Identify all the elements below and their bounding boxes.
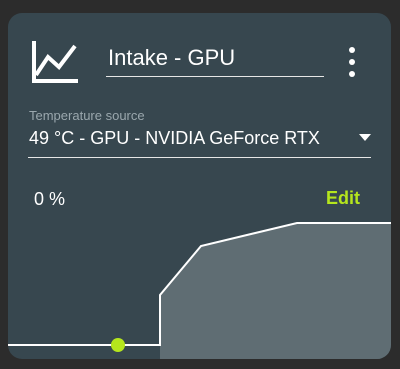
fan-name-field[interactable]: Intake - GPU (106, 43, 324, 77)
dropdown-arrow-icon (359, 134, 371, 141)
more-options-button[interactable] (342, 45, 362, 79)
temperature-source-value: 49 °C - GPU - NVIDIA GeForce RTX (29, 128, 320, 148)
fan-curve-graph[interactable] (8, 213, 391, 359)
current-temperature-point (111, 338, 125, 352)
edit-curve-button[interactable]: Edit (326, 188, 360, 209)
temperature-source-select[interactable]: 49 °C - GPU - NVIDIA GeForce RTX (28, 125, 371, 158)
fan-speed-value: 0 % (34, 189, 66, 209)
line-chart-icon (30, 39, 80, 85)
more-vertical-icon (349, 47, 355, 53)
temperature-source-label: Temperature source (29, 108, 145, 123)
fan-control-card: Intake - GPU Temperature source 49 °C - … (8, 13, 391, 359)
fan-curve-fill (160, 223, 391, 359)
